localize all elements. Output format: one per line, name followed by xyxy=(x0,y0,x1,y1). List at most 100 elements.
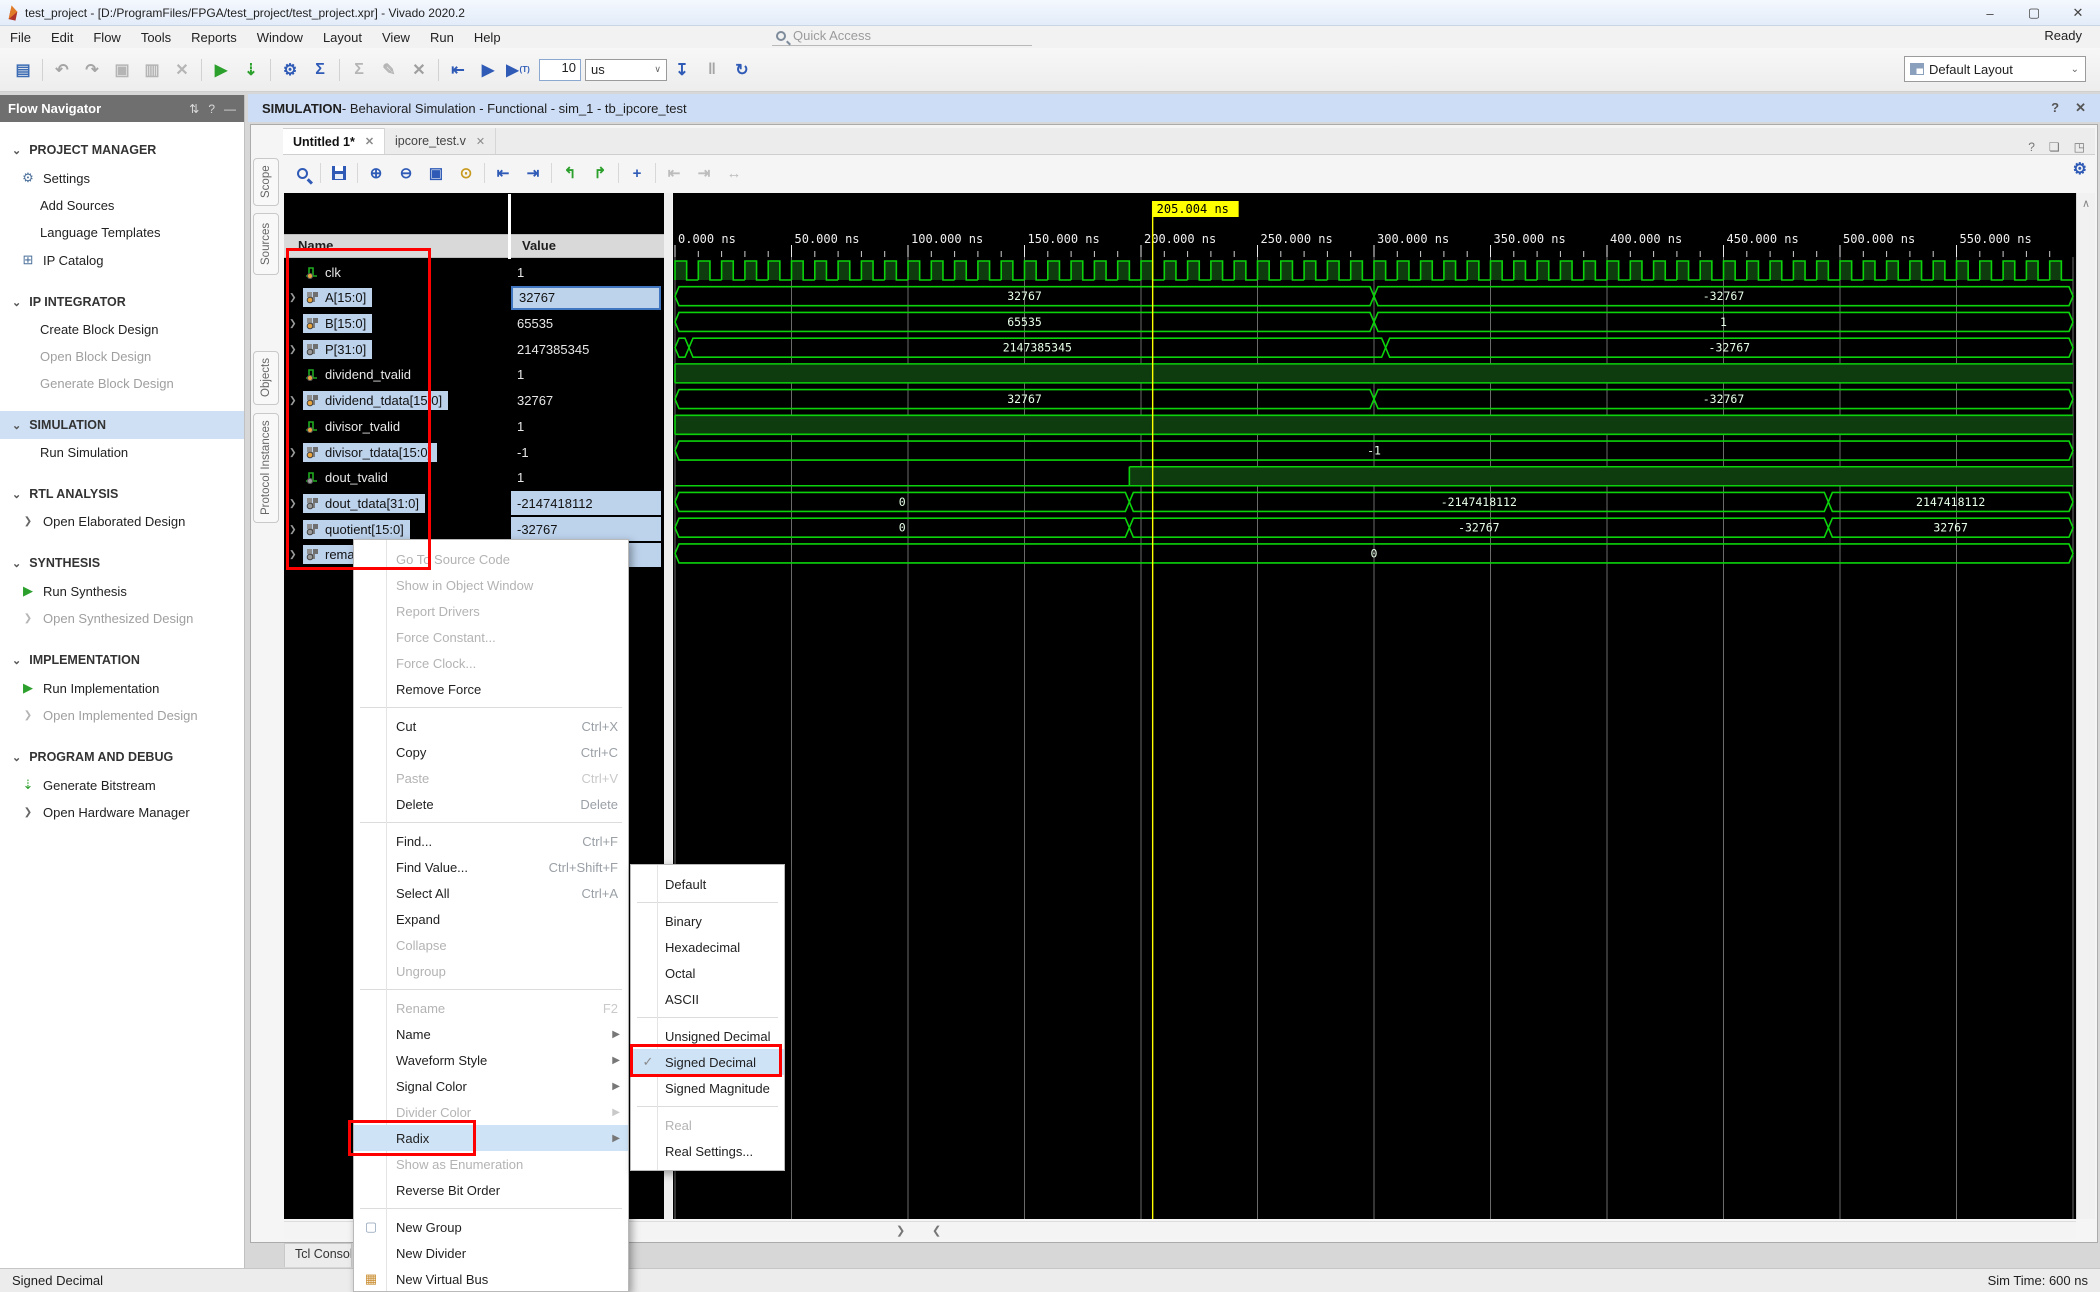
flow-nav-item-create-block-design[interactable]: Create Block Design xyxy=(0,316,244,343)
menubar-item-flow[interactable]: Flow xyxy=(83,28,130,47)
close-pane-icon[interactable]: ✕ xyxy=(2075,100,2086,116)
radix-option-signed-magnitude[interactable]: Signed Magnitude xyxy=(631,1075,784,1101)
tab-ipcore-test-v[interactable]: ipcore_test.v✕ xyxy=(385,128,496,154)
zoom-in-icon[interactable]: ⊕ xyxy=(364,161,388,185)
go-to-start-icon[interactable]: ⇤ xyxy=(491,161,515,185)
flow-nav-section-implementation[interactable]: ⌄IMPLEMENTATION xyxy=(0,646,244,674)
context-menu-item-copy[interactable]: CopyCtrl+C xyxy=(354,739,628,765)
close-tab-icon[interactable]: ✕ xyxy=(476,135,485,148)
radix-option-signed-decimal[interactable]: ✓Signed Decimal xyxy=(631,1049,784,1075)
context-menu-item-waveform-style[interactable]: Waveform Style▶ xyxy=(354,1047,628,1073)
add-marker-icon[interactable]: + xyxy=(625,161,649,185)
side-tab-sources[interactable]: Sources xyxy=(253,213,279,275)
context-menu-item-new-virtual-bus[interactable]: ▦New Virtual Bus xyxy=(354,1266,628,1292)
column-divider[interactable] xyxy=(508,194,511,259)
name-column-header[interactable]: Name xyxy=(284,235,508,257)
expand-arrow-icon[interactable]: ❯ xyxy=(289,292,303,303)
wave-settings-gear-icon[interactable]: ⚙ xyxy=(2073,159,2087,179)
relaunch-icon[interactable]: ↻ xyxy=(729,57,755,83)
signal-value[interactable]: -2147418112 xyxy=(511,491,661,515)
previous-view-icon[interactable]: ↰ xyxy=(558,161,582,185)
flow-nav-item-run-simulation[interactable]: Run Simulation xyxy=(0,439,244,466)
run-time-field[interactable]: 10 xyxy=(539,59,581,81)
signal-row-p-31-0[interactable]: ❯P[31:0]2147385345 xyxy=(284,336,664,362)
collapse-all-icon[interactable]: ⇅ xyxy=(189,102,199,116)
context-menu-item-expand[interactable]: Expand xyxy=(354,906,628,932)
menubar-item-help[interactable]: Help xyxy=(464,28,511,47)
signal-value[interactable]: -1 xyxy=(511,440,661,464)
float-window-icon[interactable]: ❏ xyxy=(2049,140,2060,154)
signal-value[interactable]: 32767 xyxy=(511,286,661,310)
waveform-canvas[interactable]: 0.000 ns50.000 ns100.000 ns150.000 ns200… xyxy=(673,193,2077,1219)
signal-name-chip[interactable]: dividend_tvalid xyxy=(303,365,417,384)
signal-value[interactable]: 32767 xyxy=(511,389,661,413)
value-column-header[interactable]: Value xyxy=(508,235,556,257)
context-menu-item-radix[interactable]: Radix▶ xyxy=(354,1125,628,1151)
expand-arrow-icon[interactable]: ❯ xyxy=(289,549,303,560)
time-cursor[interactable]: 205.004 ns xyxy=(1153,201,1239,1219)
flow-nav-item-ip-catalog[interactable]: ⊞IP Catalog xyxy=(0,246,244,274)
radix-option-binary[interactable]: Binary xyxy=(631,908,784,934)
context-menu-item-signal-color[interactable]: Signal Color▶ xyxy=(354,1073,628,1099)
menubar-item-file[interactable]: File xyxy=(0,28,41,47)
context-menu-item-cut[interactable]: CutCtrl+X xyxy=(354,713,628,739)
signal-name-chip[interactable]: dout_tdata[31:0] xyxy=(303,494,425,513)
flow-nav-section-ip-integrator[interactable]: ⌄IP INTEGRATOR xyxy=(0,288,244,316)
settings-icon[interactable]: ⚙ xyxy=(277,57,303,83)
radix-option-octal[interactable]: Octal xyxy=(631,960,784,986)
signal-row-dividend-tvalid[interactable]: dividend_tvalid1 xyxy=(284,362,664,388)
signal-row-a-15-0[interactable]: ❯A[15:0] 32767 xyxy=(284,285,664,311)
signal-value[interactable]: 1 xyxy=(511,414,661,438)
radix-option-unsigned-decimal[interactable]: Unsigned Decimal xyxy=(631,1023,784,1049)
menubar-item-window[interactable]: Window xyxy=(247,28,313,47)
flow-nav-item-run-synthesis[interactable]: ▶Run Synthesis xyxy=(0,577,244,605)
menubar-item-run[interactable]: Run xyxy=(420,28,464,47)
expand-arrow-icon[interactable]: ❯ xyxy=(289,395,303,406)
signal-name-chip[interactable]: rema xyxy=(303,545,361,564)
flow-nav-section-rtl-analysis[interactable]: ⌄RTL ANALYSIS xyxy=(0,480,244,508)
signal-row-dout-tvalid[interactable]: dout_tvalid1 xyxy=(284,465,664,491)
flow-nav-item-run-implementation[interactable]: ▶Run Implementation xyxy=(0,674,244,702)
flow-nav-item-open-hardware-manager[interactable]: ❯Open Hardware Manager xyxy=(0,799,244,826)
flow-nav-section-simulation[interactable]: ⌄SIMULATION xyxy=(0,411,244,439)
context-menu-item-remove-force[interactable]: Remove Force xyxy=(354,676,628,702)
menubar-item-reports[interactable]: Reports xyxy=(181,28,247,47)
menubar-item-layout[interactable]: Layout xyxy=(313,28,372,47)
quick-access-search[interactable]: Quick Access xyxy=(772,26,1032,46)
flow-nav-item-generate-bitstream[interactable]: ⇣Generate Bitstream xyxy=(0,771,244,799)
context-menu-item-find-value[interactable]: Find Value...Ctrl+Shift+F xyxy=(354,854,628,880)
signal-name-chip[interactable]: A[15:0] xyxy=(303,288,372,307)
expand-arrow-icon[interactable]: ❯ xyxy=(289,344,303,355)
run-all-icon[interactable]: ▶ xyxy=(475,57,501,83)
signal-row-dividend-tdata-15-0[interactable]: ❯dividend_tdata[15:0]32767 xyxy=(284,388,664,414)
signal-row-b-15-0[interactable]: ❯B[15:0]65535 xyxy=(284,310,664,336)
help-icon[interactable]: ? xyxy=(2051,100,2059,116)
close-tab-icon[interactable]: ✕ xyxy=(365,135,374,148)
restart-sim-icon[interactable]: ⇤ xyxy=(445,57,471,83)
wave-vertical-scrollbar[interactable]: ∧ xyxy=(2076,193,2095,1219)
signal-row-clk[interactable]: clk1 xyxy=(284,259,664,285)
menubar-item-edit[interactable]: Edit xyxy=(41,28,83,47)
zoom-to-cursor-icon[interactable]: ⊙ xyxy=(454,161,478,185)
zoom-out-icon[interactable]: ⊖ xyxy=(394,161,418,185)
help-icon[interactable]: ? xyxy=(208,102,215,116)
context-menu-item-reverse-bit-order[interactable]: Reverse Bit Order xyxy=(354,1177,628,1203)
tab-tcl-console[interactable]: Tcl Consol xyxy=(284,1243,352,1267)
sum-icon[interactable]: Σ xyxy=(307,57,333,83)
maximize-button[interactable]: ▢ xyxy=(2012,0,2056,26)
side-tab-protocol-instances[interactable]: Protocol Instances xyxy=(253,413,279,523)
context-menu-item-find[interactable]: Find...Ctrl+F xyxy=(354,828,628,854)
go-to-end-icon[interactable]: ⇥ xyxy=(521,161,545,185)
signal-row-divisor-tvalid[interactable]: divisor_tvalid 1 xyxy=(284,413,664,439)
context-menu-item-name[interactable]: Name▶ xyxy=(354,1021,628,1047)
expand-arrow-icon[interactable]: ❯ xyxy=(289,524,303,535)
expand-arrow-icon[interactable]: ❯ xyxy=(289,498,303,509)
context-menu-item-new-divider[interactable]: New Divider xyxy=(354,1240,628,1266)
signal-name-chip[interactable]: P[31:0] xyxy=(303,340,372,359)
signal-name-chip[interactable]: divisor_tvalid xyxy=(303,417,406,436)
signal-name-chip[interactable]: divisor_tdata[15:0] xyxy=(303,443,437,462)
signal-value[interactable]: 1 xyxy=(511,260,661,284)
signal-name-chip[interactable]: dout_tvalid xyxy=(303,468,394,487)
open-project-icon[interactable]: ▤ xyxy=(10,57,36,83)
chevron-left-icon[interactable]: ❮ xyxy=(932,1224,941,1237)
